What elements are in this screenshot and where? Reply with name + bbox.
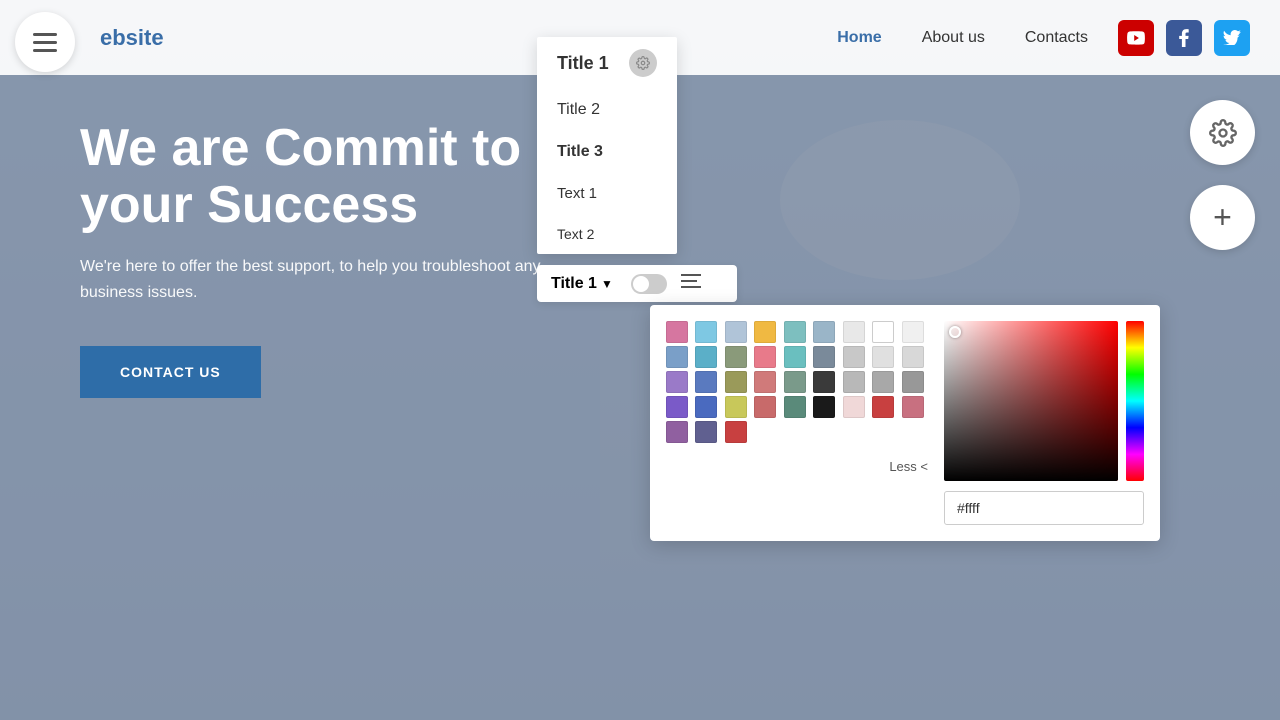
color-swatch-19[interactable] — [695, 371, 717, 393]
dropdown-item-label-title2: Title 2 — [557, 101, 600, 119]
color-swatch-15[interactable] — [843, 346, 865, 368]
color-swatch-34[interactable] — [872, 396, 894, 418]
add-button[interactable]: + — [1190, 185, 1255, 250]
dropdown-item-title3[interactable]: Title 3 — [537, 131, 677, 173]
hero-content: We are Commit to your Success We're here… — [80, 120, 580, 398]
color-swatch-0[interactable] — [666, 321, 688, 343]
hex-color-input[interactable] — [944, 491, 1144, 525]
color-swatch-23[interactable] — [813, 371, 835, 393]
color-swatch-36[interactable] — [666, 421, 688, 443]
nav-home[interactable]: Home — [837, 29, 881, 47]
hero-subtitle: We're here to offer the best support, to… — [80, 254, 580, 305]
color-swatch-13[interactable] — [784, 346, 806, 368]
less-button[interactable]: Less < — [666, 453, 928, 474]
color-swatch-31[interactable] — [784, 396, 806, 418]
color-swatch-1[interactable] — [695, 321, 717, 343]
color-swatch-24[interactable] — [843, 371, 865, 393]
color-swatch-12[interactable] — [754, 346, 776, 368]
contact-button[interactable]: CONTACT US — [80, 346, 261, 398]
color-swatch-32[interactable] — [813, 396, 835, 418]
dropdown-item-title2[interactable]: Title 2 — [537, 89, 677, 131]
gear-button[interactable] — [1190, 100, 1255, 165]
nav-about[interactable]: About us — [922, 29, 985, 47]
swatch-grid — [666, 321, 928, 443]
site-logo: ebsite — [100, 25, 164, 51]
color-swatch-9[interactable] — [666, 346, 688, 368]
spectrum-section — [944, 321, 1144, 525]
color-swatch-10[interactable] — [695, 346, 717, 368]
social-links — [1118, 20, 1250, 56]
spectrum-cursor[interactable] — [949, 326, 961, 338]
color-swatch-6[interactable] — [843, 321, 865, 343]
color-swatch-35[interactable] — [902, 396, 924, 418]
spectrum-gradient — [944, 321, 1118, 481]
dropdown-item-label-text2: Text 2 — [557, 226, 594, 242]
hamburger-line-1 — [33, 33, 57, 36]
color-swatch-3[interactable] — [754, 321, 776, 343]
plus-icon: + — [1213, 199, 1232, 236]
dropdown-item-label-title1: Title 1 — [557, 53, 609, 74]
color-swatch-4[interactable] — [784, 321, 806, 343]
facebook-icon[interactable] — [1166, 20, 1202, 56]
text-format-toolbar: Title 1 ▼ — [537, 265, 737, 302]
chevron-down-icon: ▼ — [601, 277, 613, 291]
nav-contacts[interactable]: Contacts — [1025, 29, 1088, 47]
twitter-icon[interactable] — [1214, 20, 1250, 56]
hamburger-line-2 — [33, 41, 57, 44]
color-swatch-7[interactable] — [872, 321, 894, 343]
hamburger-line-3 — [33, 49, 57, 52]
dropdown-item-label-title3: Title 3 — [557, 143, 603, 161]
dropdown-item-label-text1: Text 1 — [557, 185, 597, 202]
selected-title: Title 1 — [551, 275, 597, 293]
color-swatch-25[interactable] — [872, 371, 894, 393]
dropdown-item-settings-title1[interactable] — [629, 49, 657, 77]
spectrum-gradient-box[interactable] — [944, 321, 1118, 481]
color-swatch-38[interactable] — [725, 421, 747, 443]
settings-icon — [636, 56, 650, 70]
color-swatch-33[interactable] — [843, 396, 865, 418]
toggle-switch[interactable] — [631, 274, 667, 294]
dropdown-item-text1[interactable]: Text 1 — [537, 173, 677, 214]
youtube-icon[interactable] — [1118, 20, 1154, 56]
color-swatch-17[interactable] — [902, 346, 924, 368]
hamburger-menu[interactable] — [15, 12, 75, 72]
align-icon[interactable] — [681, 273, 701, 294]
dropdown-item-text2[interactable]: Text 2 — [537, 214, 677, 254]
spectrum-hue-slider[interactable] — [1126, 321, 1144, 481]
title-selector[interactable]: Title 1 ▼ — [551, 275, 613, 293]
color-swatch-8[interactable] — [902, 321, 924, 343]
color-swatch-26[interactable] — [902, 371, 924, 393]
color-swatch-27[interactable] — [666, 396, 688, 418]
color-swatch-16[interactable] — [872, 346, 894, 368]
color-swatch-18[interactable] — [666, 371, 688, 393]
color-swatch-29[interactable] — [725, 396, 747, 418]
color-swatch-2[interactable] — [725, 321, 747, 343]
color-swatch-37[interactable] — [695, 421, 717, 443]
color-swatch-22[interactable] — [784, 371, 806, 393]
color-swatch-28[interactable] — [695, 396, 717, 418]
swatches-section: Less < — [666, 321, 928, 525]
color-swatch-20[interactable] — [725, 371, 747, 393]
color-swatch-14[interactable] — [813, 346, 835, 368]
dropdown-menu: Title 1 Title 2 Title 3 Text 1 Text 2 — [537, 37, 677, 254]
color-swatch-5[interactable] — [813, 321, 835, 343]
color-swatch-21[interactable] — [754, 371, 776, 393]
spectrum-row — [944, 321, 1144, 481]
hero-title: We are Commit to your Success — [80, 120, 580, 234]
color-swatch-30[interactable] — [754, 396, 776, 418]
nav-links: Home About us Contacts — [837, 29, 1088, 47]
color-picker-panel: Less < — [650, 305, 1160, 541]
dropdown-item-title1[interactable]: Title 1 — [537, 37, 677, 89]
color-swatch-11[interactable] — [725, 346, 747, 368]
color-picker-inner: Less < — [666, 321, 1144, 525]
gear-icon — [1209, 119, 1237, 147]
